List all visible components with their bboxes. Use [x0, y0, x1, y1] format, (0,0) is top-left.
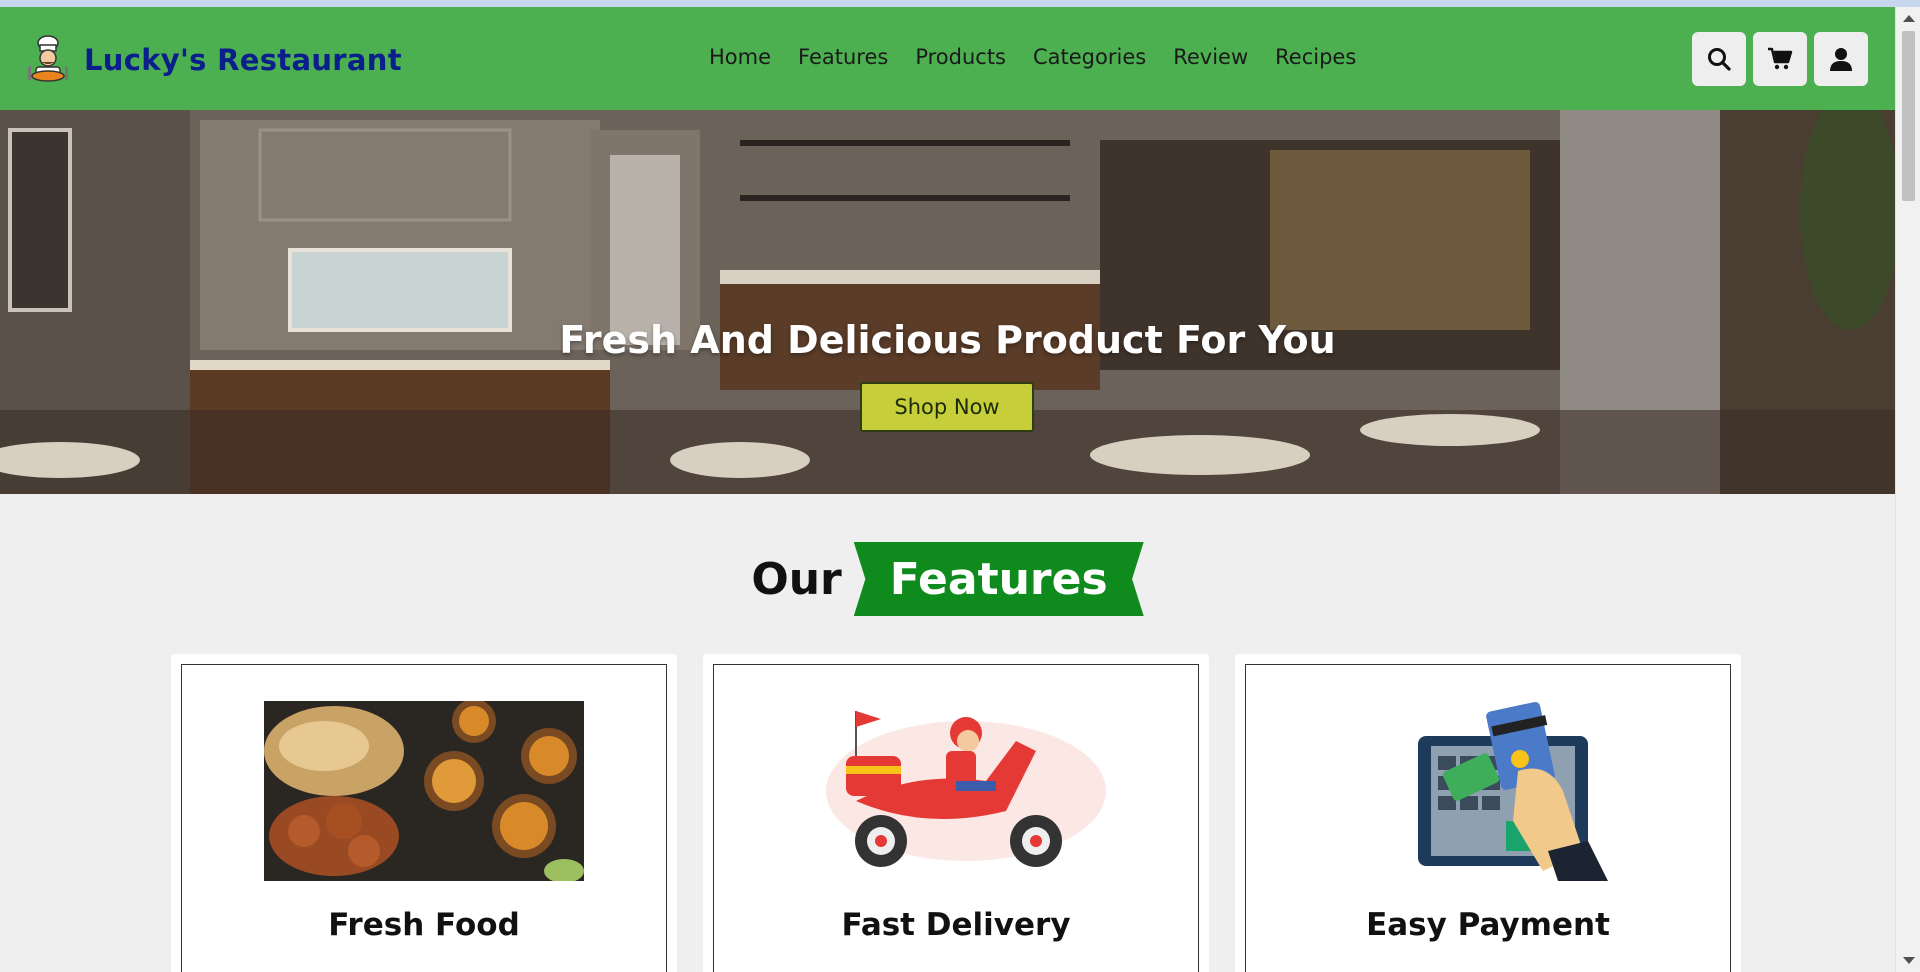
feature-card-fast-delivery: Fast Delivery — [703, 654, 1209, 972]
feature-title: Easy Payment — [1366, 907, 1610, 943]
main-nav: Home Features Products Categories Review… — [709, 45, 1356, 69]
site-header: Lucky's Restaurant Home Features Product… — [0, 7, 1895, 110]
feature-card-easy-payment: Easy Payment — [1235, 654, 1741, 972]
brand-logo[interactable]: Lucky's Restaurant — [22, 34, 402, 86]
search-icon — [1708, 48, 1731, 71]
delivery-scooter-image — [826, 711, 1106, 867]
user-button[interactable] — [1814, 32, 1868, 86]
nav-categories[interactable]: Categories — [1033, 45, 1146, 69]
chef-icon — [28, 35, 68, 82]
feature-title: Fresh Food — [328, 907, 520, 943]
cart-icon — [1768, 47, 1793, 70]
feature-card-fresh-food: Fresh Food — [171, 654, 677, 972]
search-button[interactable] — [1692, 32, 1746, 86]
restaurant-interior-image — [0, 110, 1895, 494]
nav-recipes[interactable]: Recipes — [1275, 45, 1356, 69]
features-cards: Fresh Food Fast Delivery Easy Payment — [171, 654, 1741, 972]
shop-now-button[interactable]: Shop Now — [860, 382, 1034, 432]
scroll-thumb[interactable] — [1902, 31, 1915, 201]
nav-home[interactable]: Home — [709, 45, 771, 69]
heading-plain-text: Our — [751, 553, 842, 605]
hero-title: Fresh And Delicious Product For You — [559, 318, 1336, 362]
browser-top-line — [0, 0, 1920, 7]
feature-title: Fast Delivery — [841, 907, 1071, 943]
scroll-up-arrow-icon[interactable] — [1903, 15, 1915, 22]
heading-highlight-badge: Features — [853, 542, 1144, 616]
cart-button[interactable] — [1753, 32, 1807, 86]
scroll-down-arrow-icon[interactable] — [1903, 957, 1915, 964]
page-scrollbar[interactable] — [1895, 7, 1920, 972]
hero-banner: Fresh And Delicious Product For You Shop… — [0, 110, 1895, 494]
nav-review[interactable]: Review — [1173, 45, 1248, 69]
features-heading: Our Features — [0, 542, 1895, 616]
brand-name: Lucky's Restaurant — [84, 43, 402, 77]
user-icon — [1830, 48, 1852, 71]
payment-terminal-image — [1418, 701, 1608, 881]
fresh-food-image — [264, 701, 584, 881]
nav-products[interactable]: Products — [915, 45, 1006, 69]
nav-features[interactable]: Features — [798, 45, 888, 69]
